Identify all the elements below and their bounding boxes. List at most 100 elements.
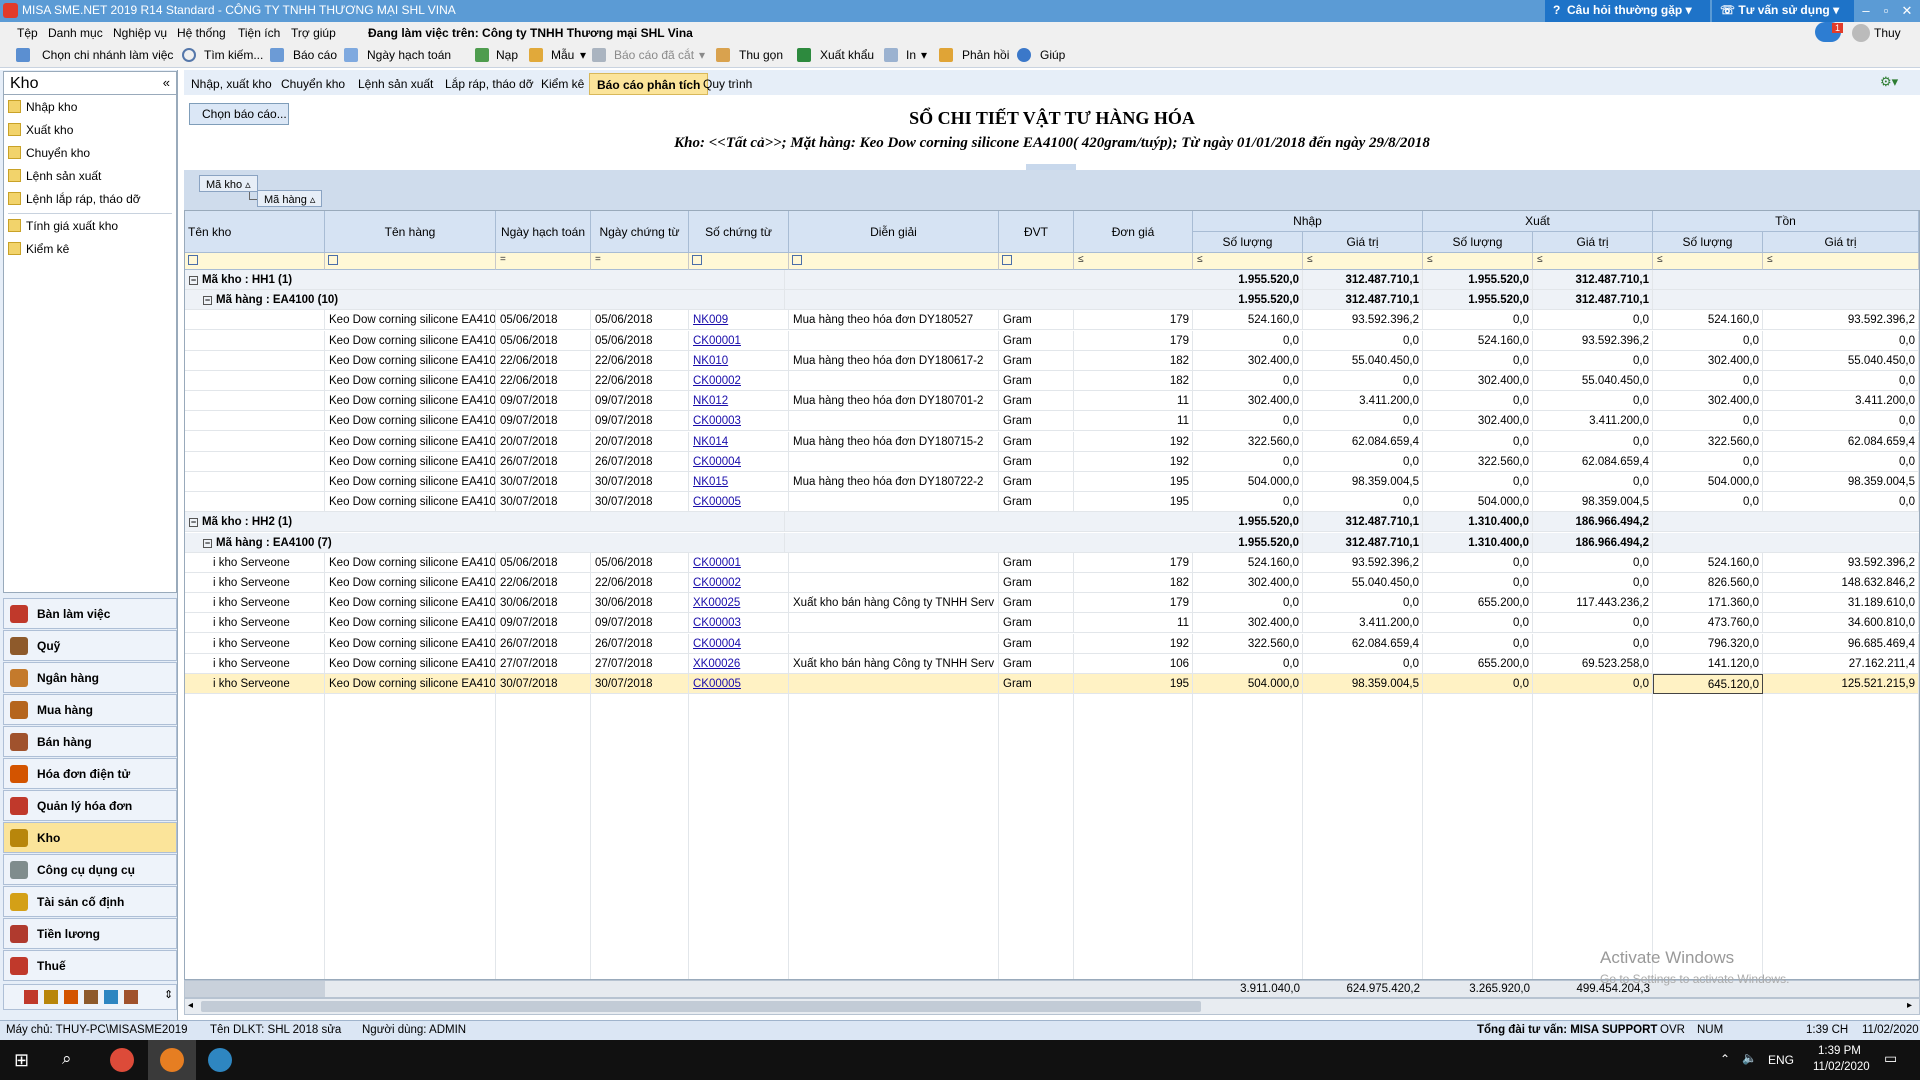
voucher-link[interactable]: CK00005: [689, 492, 789, 513]
group-row[interactable]: − Mã kho : HH1 (1) 1.955.520,0 312.487.710,…: [185, 270, 1919, 290]
minimize-button[interactable]: –: [1856, 0, 1876, 22]
col-dvt[interactable]: ĐVT: [999, 211, 1074, 253]
template-button[interactable]: Mẫu: [551, 48, 574, 62]
table-row[interactable]: Keo Dow corning silicone EA4100( 42022/0…: [185, 350, 1919, 371]
table-row[interactable]: i kho Serveone Keo Dow corning silicone E…: [185, 633, 1919, 654]
misa-taskbar-icon[interactable]: [160, 1048, 184, 1072]
filter-cell[interactable]: ≤: [1763, 253, 1919, 270]
filter-le-icon[interactable]: ≤: [1767, 254, 1773, 265]
clock-date[interactable]: 11/02/2020: [1813, 1061, 1870, 1073]
collapse-icon[interactable]: −: [203, 296, 212, 306]
template-dropdown-chevron-icon[interactable]: ▾: [580, 48, 586, 62]
table-row[interactable]: Keo Dow corning silicone EA4100( 42022/0…: [185, 371, 1919, 391]
col-ngay-chung-tu[interactable]: Ngày chứng từ: [591, 211, 689, 253]
filter-cell[interactable]: ≤: [1423, 253, 1533, 270]
report-button[interactable]: Báo cáo: [293, 48, 337, 62]
shortcut-icon[interactable]: [24, 990, 38, 1004]
settings-gear-icon[interactable]: ⚙▾: [1880, 74, 1910, 92]
faq-button[interactable]: ? Câu hỏi thường gặp ▾: [1545, 0, 1710, 22]
filter-equals-icon[interactable]: =: [595, 254, 601, 265]
filter-cell[interactable]: =: [496, 253, 591, 270]
nav-item-nhap-kho[interactable]: Nhập kho: [8, 100, 77, 114]
module-tien-luong[interactable]: Tiền lương: [3, 918, 177, 949]
table-row[interactable]: Keo Dow corning silicone EA4100( 42030/0…: [185, 492, 1919, 513]
table-row[interactable]: Keo Dow corning silicone EA4100( 42030/0…: [185, 472, 1919, 492]
filter-cell[interactable]: [185, 253, 325, 270]
cut-report-button[interactable]: Báo cáo đã cắt: [614, 48, 694, 62]
voucher-link[interactable]: NK009: [689, 310, 789, 331]
voucher-link[interactable]: CK00004: [689, 633, 789, 654]
nav-item-lenh-lap-rap[interactable]: Lệnh lắp ráp, tháo dỡ: [8, 192, 141, 206]
filter-cell[interactable]: ≤: [1303, 253, 1423, 270]
col-nhap-so-luong[interactable]: Số lượng: [1193, 232, 1303, 253]
menu-help[interactable]: Trợ giúp: [291, 26, 336, 40]
windows-start-icon[interactable]: ⊞: [14, 1050, 29, 1071]
voucher-link[interactable]: XK00025: [689, 593, 789, 614]
col-dien-giai[interactable]: Diễn giải: [789, 211, 999, 253]
shortcut-icon[interactable]: [44, 990, 58, 1004]
app-taskbar-icon[interactable]: [208, 1048, 232, 1072]
posting-date-button[interactable]: Ngày hạch toán: [367, 48, 451, 62]
col-don-gia[interactable]: Đơn giá: [1074, 211, 1193, 253]
subgroup-row[interactable]: − Mã hàng : EA4100 (7) 1.955.520,0 312.487.…: [185, 532, 1919, 553]
filter-operator-icon[interactable]: [328, 255, 338, 265]
table-row[interactable]: i kho Serveone Keo Dow corning silicone E…: [185, 674, 1919, 694]
print-button[interactable]: In: [906, 48, 916, 62]
filter-cell[interactable]: [999, 253, 1074, 270]
compact-button[interactable]: Thu gọn: [739, 48, 783, 62]
voucher-link[interactable]: CK00005: [689, 674, 789, 694]
filter-cell[interactable]: ≤: [1533, 253, 1653, 270]
nav-item-tinh-gia-xuat-kho[interactable]: Tính giá xuất kho: [8, 219, 118, 233]
subgroup-row[interactable]: − Mã hàng : EA4100 (10) 1.955.520,0 312.487…: [185, 290, 1919, 311]
user-name[interactable]: Thuy: [1874, 26, 1901, 40]
col-ton-so-luong[interactable]: Số lượng: [1653, 232, 1763, 253]
table-row[interactable]: i kho Serveone Keo Dow corning silicone E…: [185, 613, 1919, 634]
filter-le-icon[interactable]: ≤: [1537, 254, 1543, 265]
module-quan-ly-hoa-don[interactable]: Quản lý hóa đơn: [3, 790, 177, 821]
module-ngan-hang[interactable]: Ngân hàng: [3, 662, 177, 693]
col-ten-kho[interactable]: Tên kho: [185, 211, 325, 253]
table-row[interactable]: Keo Dow corning silicone EA4100( 42020/0…: [185, 431, 1919, 452]
reload-button[interactable]: Nạp: [496, 48, 518, 62]
col-ton-gia-tri[interactable]: Giá trị: [1763, 232, 1919, 253]
module-quy[interactable]: Quỹ: [3, 630, 177, 661]
filter-operator-icon[interactable]: [792, 255, 802, 265]
col-xuat-so-luong[interactable]: Số lượng: [1423, 232, 1533, 253]
nav-item-xuat-kho[interactable]: Xuất kho: [8, 123, 73, 137]
filter-le-icon[interactable]: ≤: [1078, 254, 1084, 265]
tray-chevron-icon[interactable]: ⌃: [1720, 1052, 1730, 1066]
shortcut-icon[interactable]: [64, 990, 78, 1004]
table-row[interactable]: Keo Dow corning silicone EA4100( 42005/0…: [185, 310, 1919, 331]
close-button[interactable]: ✕: [1896, 0, 1918, 22]
group-row[interactable]: − Mã kho : HH2 (1) 1.955.520,0 312.487.710,…: [185, 512, 1919, 533]
filter-cell[interactable]: =: [591, 253, 689, 270]
consult-button[interactable]: ☏ Tư vấn sử dụng ▾: [1712, 0, 1854, 22]
voucher-link[interactable]: NK014: [689, 431, 789, 452]
group-chip-ma-kho[interactable]: Mã kho ▵: [199, 175, 258, 192]
voucher-link[interactable]: CK00002: [689, 371, 789, 391]
feedback-button[interactable]: Phản hồi: [962, 48, 1009, 62]
filter-operator-icon[interactable]: [692, 255, 702, 265]
filter-cell[interactable]: [689, 253, 789, 270]
avatar[interactable]: [1852, 24, 1870, 42]
nav-item-lenh-san-xuat[interactable]: Lệnh sản xuất: [8, 169, 101, 183]
tab-lap-rap-thao-do[interactable]: Lắp ráp, tháo dỡ: [438, 73, 541, 95]
module-kho[interactable]: Kho: [3, 822, 177, 853]
shortcut-icon[interactable]: [104, 990, 118, 1004]
col-nhap-gia-tri[interactable]: Giá trị: [1303, 232, 1423, 253]
voucher-link[interactable]: CK00001: [689, 330, 789, 351]
tab-bao-cao-phan-tich[interactable]: Báo cáo phân tích: [589, 73, 709, 95]
scroll-thumb[interactable]: [201, 1001, 1201, 1012]
menu-file[interactable]: Tệp: [17, 26, 38, 40]
voucher-link[interactable]: NK010: [689, 350, 789, 371]
print-chevron-icon[interactable]: ▾: [921, 48, 927, 62]
module-mua-hang[interactable]: Mua hàng: [3, 694, 177, 725]
table-row[interactable]: Keo Dow corning silicone EA4100( 42026/0…: [185, 451, 1919, 472]
col-ten-hang[interactable]: Tên hàng: [325, 211, 496, 253]
col-ngay-hach-toan[interactable]: Ngày hạch toán: [496, 211, 591, 253]
collapse-icon[interactable]: −: [189, 518, 198, 528]
help-button[interactable]: Giúp: [1040, 48, 1065, 62]
table-row[interactable]: Keo Dow corning silicone EA4100( 42009/0…: [185, 411, 1919, 432]
table-row[interactable]: i kho Serveone Keo Dow corning silicone E…: [185, 593, 1919, 614]
tab-kiem-ke[interactable]: Kiểm kê: [534, 73, 591, 95]
